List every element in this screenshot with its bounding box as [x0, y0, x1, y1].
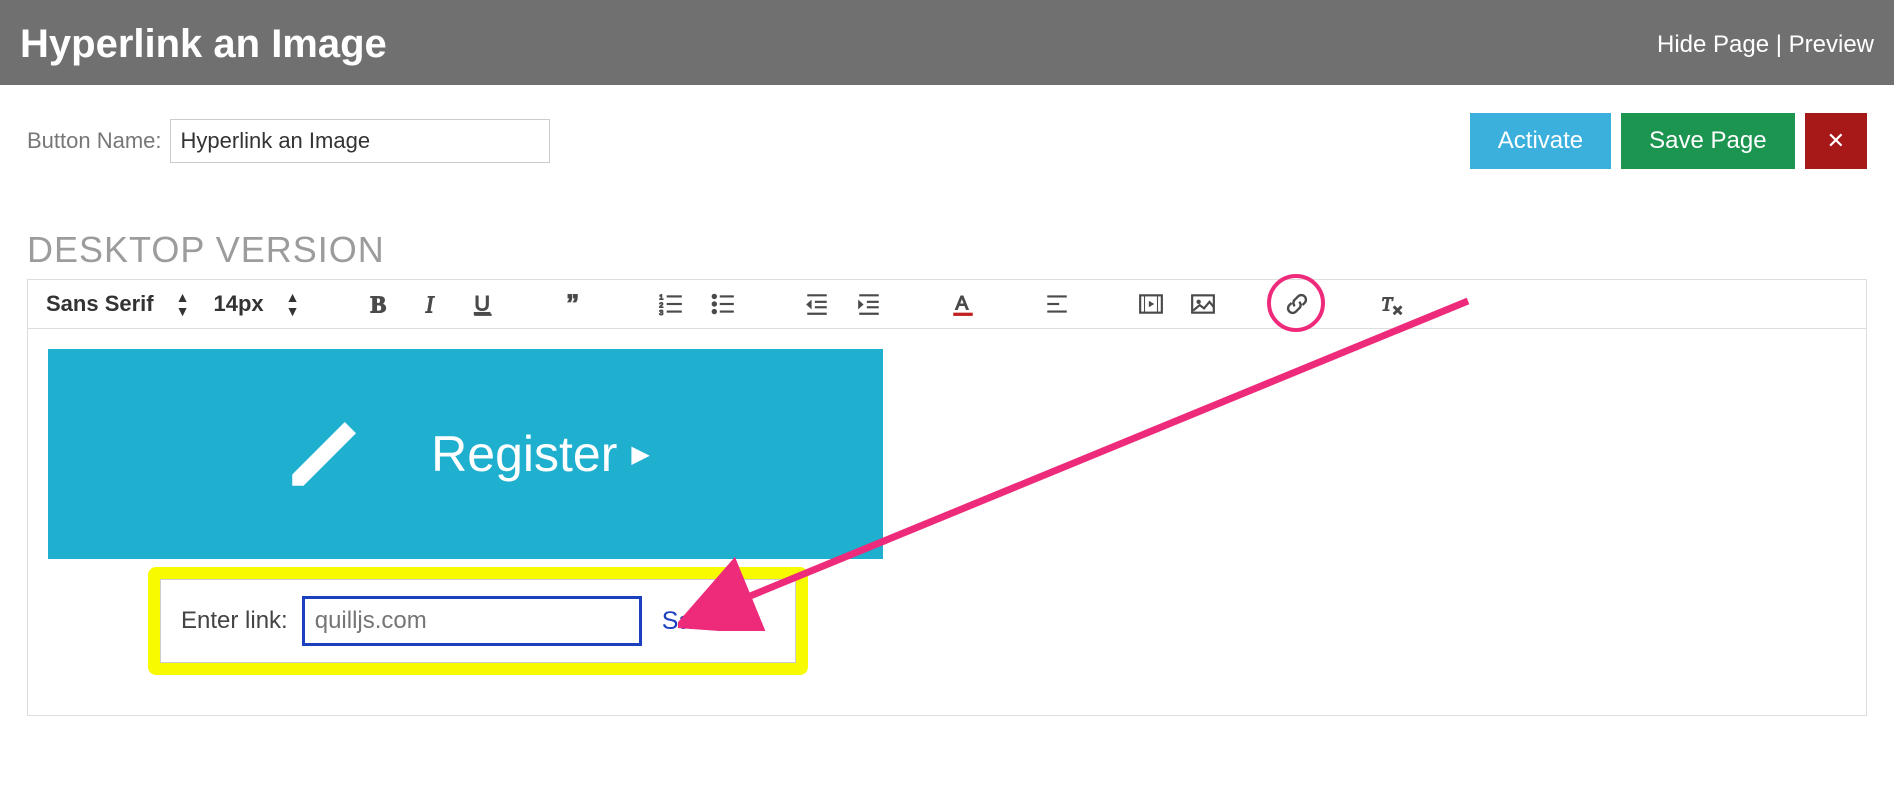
indent-button[interactable]	[855, 290, 883, 318]
separator: |	[1776, 31, 1782, 58]
chevron-updown-icon: ▲▼	[176, 290, 190, 318]
link-url-input[interactable]	[302, 596, 642, 646]
blockquote-button[interactable]: ”	[563, 290, 591, 318]
link-save-button[interactable]: Save	[662, 607, 719, 636]
svg-text:U: U	[475, 291, 491, 316]
font-size-select[interactable]: 14px ▲▼	[213, 290, 299, 318]
video-button[interactable]	[1137, 290, 1165, 318]
link-popup-label: Enter link:	[181, 607, 288, 635]
link-button[interactable]	[1283, 290, 1311, 318]
editor-body[interactable]: Register ▶ Enter link: Save	[28, 329, 1866, 715]
text-color-button[interactable]: A	[949, 290, 977, 318]
font-size-label: 14px	[213, 291, 263, 317]
register-text: Register ▶	[431, 425, 650, 483]
header-links: Hide Page | Preview	[1657, 31, 1874, 59]
button-name-group: Button Name:	[27, 119, 550, 163]
font-family-label: Sans Serif	[46, 291, 154, 317]
close-button[interactable]: ✕	[1805, 113, 1867, 169]
save-page-button[interactable]: Save Page	[1621, 113, 1794, 169]
triangle-right-icon: ▶	[631, 440, 649, 469]
button-name-label: Button Name:	[27, 128, 162, 154]
align-button[interactable]	[1043, 290, 1071, 318]
underline-button[interactable]: U	[469, 290, 497, 318]
svg-text:✕: ✕	[1393, 303, 1404, 317]
page-title: Hyperlink an Image	[20, 22, 387, 67]
activate-button[interactable]: Activate	[1470, 113, 1611, 169]
preview-link[interactable]: Preview	[1789, 31, 1874, 58]
svg-text:B: B	[371, 293, 387, 317]
unordered-list-button[interactable]	[709, 290, 737, 318]
link-popup-highlight: Enter link: Save	[148, 567, 808, 675]
svg-text:A: A	[956, 292, 969, 314]
svg-text:3: 3	[660, 308, 664, 317]
hide-page-link[interactable]: Hide Page	[1657, 31, 1769, 58]
outdent-button[interactable]	[803, 290, 831, 318]
register-image[interactable]: Register ▶	[48, 349, 883, 559]
control-row: Button Name: Activate Save Page ✕	[27, 113, 1867, 169]
editor: Sans Serif ▲▼ 14px ▲▼ B I U ” 123 A T✕	[27, 279, 1867, 716]
editor-toolbar: Sans Serif ▲▼ 14px ▲▼ B I U ” 123 A T✕	[28, 280, 1866, 329]
chevron-updown-icon: ▲▼	[286, 290, 300, 318]
action-buttons: Activate Save Page ✕	[1470, 113, 1867, 169]
clear-format-button[interactable]: T✕	[1377, 290, 1405, 318]
bold-button[interactable]: B	[365, 290, 393, 318]
font-family-select[interactable]: Sans Serif ▲▼	[46, 290, 189, 318]
italic-button[interactable]: I	[417, 290, 445, 318]
pencil-icon	[281, 407, 371, 502]
page-header: Hyperlink an Image Hide Page | Preview	[0, 0, 1894, 85]
ordered-list-button[interactable]: 123	[657, 290, 685, 318]
image-button[interactable]	[1189, 290, 1217, 318]
svg-text:”: ”	[567, 291, 580, 317]
button-name-input[interactable]	[170, 119, 550, 163]
section-title: DESKTOP VERSION	[27, 229, 1867, 271]
link-popup: Enter link: Save	[160, 579, 796, 663]
svg-text:I: I	[425, 293, 435, 317]
